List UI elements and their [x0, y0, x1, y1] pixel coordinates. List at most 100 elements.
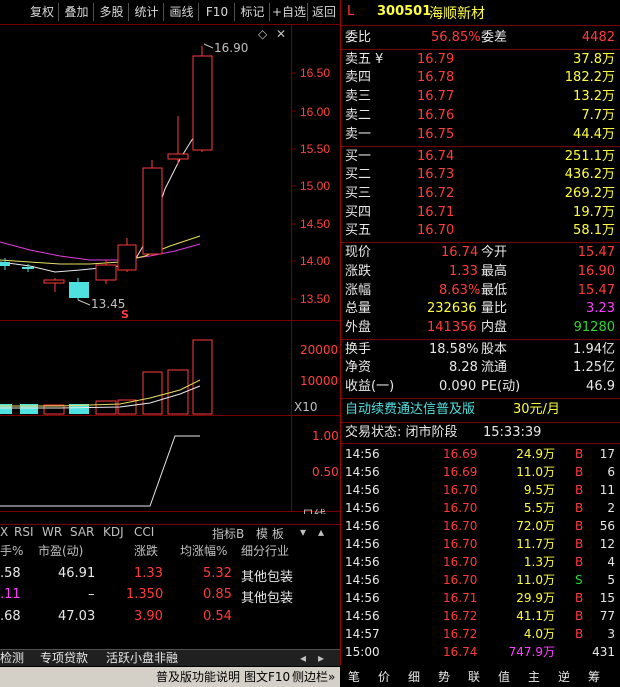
- draw-line-button[interactable]: 画线: [165, 3, 199, 21]
- sell-row[interactable]: 卖二 16.76 7.7万: [345, 107, 617, 125]
- tab-chou[interactable]: 筹: [588, 667, 600, 687]
- promo-banner[interactable]: 自动续费通达信普及版 30元/月: [345, 401, 617, 419]
- price-tick: 13.50: [300, 292, 330, 306]
- sell-row[interactable]: 卖五 ¥ 16.79 37.8万: [345, 51, 617, 69]
- tab-zhi[interactable]: 值: [498, 667, 510, 687]
- table-header[interactable]: 手%: [0, 542, 23, 559]
- ind-tick: 0.50: [312, 465, 339, 479]
- mark-button[interactable]: 标记: [236, 3, 270, 21]
- stat-row: 换手 18.58% 股本 1.94亿: [345, 342, 615, 357]
- candle: [43, 279, 65, 284]
- table-header[interactable]: 细分行业: [241, 542, 289, 559]
- buy-row[interactable]: 买二 16.73 436.2万: [345, 166, 617, 184]
- tick-row[interactable]: 14:56 16.70 11.7万 B 12: [345, 535, 617, 553]
- s-marker: S: [121, 308, 129, 321]
- tab-detect[interactable]: 检测: [0, 650, 24, 666]
- candle: [167, 153, 189, 160]
- tab-rsi[interactable]: RSI: [14, 525, 34, 539]
- price-tick: 14.00: [300, 254, 330, 268]
- tab-cci[interactable]: CCI: [134, 525, 154, 539]
- tab-indicator[interactable]: X: [0, 525, 8, 539]
- buy-row[interactable]: 买四 16.71 19.7万: [345, 204, 617, 222]
- stat-row: 涨跌 1.33 最高 16.90: [345, 264, 615, 279]
- price-tick: 16.50: [300, 66, 330, 80]
- stock-header: L 300501 海顺新材: [341, 0, 620, 24]
- add-watchlist-button[interactable]: +自选: [271, 3, 308, 21]
- indicator-line: [0, 435, 200, 507]
- stat-row: 现价 16.74 今开 15.47: [345, 245, 615, 260]
- edition-info-link[interactable]: 普及版功能说明: [156, 667, 240, 687]
- tab-kdj[interactable]: KDJ: [103, 525, 124, 539]
- chevron-right-icon[interactable]: ▸: [318, 650, 324, 666]
- tab-jia[interactable]: 价: [378, 667, 390, 687]
- stock-name: 海顺新材: [429, 6, 485, 22]
- candle: [117, 244, 137, 271]
- tick-row[interactable]: 14:56 16.70 11.0万 S 5: [345, 571, 617, 589]
- chevron-up-icon[interactable]: ▴: [318, 525, 324, 539]
- buy-row[interactable]: 买一 16.74 251.1万: [345, 148, 617, 166]
- indicator-b-button[interactable]: 指标B: [212, 525, 244, 542]
- fuquan-button[interactable]: 复权: [26, 3, 59, 21]
- stat-row: 总量 232636 量比 3.23: [345, 301, 615, 316]
- chevron-left-icon[interactable]: ◂: [300, 650, 306, 666]
- multi-stock-button[interactable]: 多股: [95, 3, 129, 21]
- sidebar-toggle-button[interactable]: 侧边栏»: [292, 667, 335, 687]
- table-row[interactable]: .11 – 1.350 0.85 其他包装: [0, 587, 340, 606]
- vol-tick: 10000: [300, 374, 338, 388]
- tick-row[interactable]: 14:56 16.70 72.0万 B 56: [345, 517, 617, 535]
- statistics-button[interactable]: 统计: [130, 3, 164, 21]
- table-header[interactable]: 市盈(动): [38, 542, 83, 559]
- tick-row[interactable]: 14:56 16.70 9.5万 B 11: [345, 481, 617, 499]
- tab-special-loan[interactable]: 专项贷款: [40, 650, 88, 666]
- sell-row[interactable]: 卖一 16.75 44.4万: [345, 126, 617, 144]
- chevron-down-icon[interactable]: ▾: [300, 525, 306, 539]
- tab-active-small-cap[interactable]: 活跃小盘非融: [106, 650, 178, 666]
- tick-row[interactable]: 14:56 16.69 24.9万 B 17: [345, 445, 617, 463]
- price-tick: 15.50: [300, 142, 330, 156]
- tab-ni[interactable]: 逆: [558, 667, 570, 687]
- back-button[interactable]: 返回: [309, 3, 339, 21]
- tick-row[interactable]: 14:56 16.72 41.1万 B 77: [345, 607, 617, 625]
- kline-chart[interactable]: ◇ ✕ 16.50 16.00 15.50 15.00 14.50 14.00 …: [0, 24, 340, 514]
- tab-wr[interactable]: WR: [42, 525, 62, 539]
- table-header[interactable]: 涨跌: [134, 542, 158, 559]
- vol-ma-yellow: [0, 379, 201, 407]
- stock-table: 手% 市盈(动) 涨跌 均涨幅% 细分行业 .58 46.91 1.33 5.3…: [0, 542, 340, 642]
- tab-xi[interactable]: 细: [408, 667, 420, 687]
- buy-row[interactable]: 买三 16.72 269.2万: [345, 185, 617, 203]
- f10-text-button[interactable]: 图文F10: [244, 667, 290, 687]
- tab-bi[interactable]: 笔: [348, 667, 360, 687]
- close-icon: ✕: [276, 27, 286, 41]
- candle: [95, 264, 117, 281]
- table-row[interactable]: .68 47.03 3.90 0.54: [0, 609, 340, 627]
- tick-row[interactable]: 14:57 16.72 4.0万 B 3: [345, 625, 617, 643]
- high-price-label: 16.90: [214, 41, 248, 55]
- chart-toolbar: 复权 叠加 多股 统计 画线 F10 标记 +自选 返回: [0, 0, 340, 25]
- tab-zhu[interactable]: 主: [528, 667, 540, 687]
- table-row[interactable]: .58 46.91 1.33 5.32 其他包装: [0, 566, 340, 585]
- sell-row[interactable]: 卖三 16.77 13.2万: [345, 88, 617, 106]
- panel-divider: [340, 0, 341, 665]
- template-button[interactable]: 模 板: [256, 525, 284, 542]
- price-tick: 14.50: [300, 217, 330, 231]
- trade-state: 交易状态: 闭市阶段 15:33:39: [345, 425, 542, 440]
- tick-row[interactable]: 14:56 16.70 5.5万 B 2: [345, 499, 617, 517]
- tick-row[interactable]: 14:56 16.71 29.9万 B 15: [345, 589, 617, 607]
- tick-row[interactable]: 14:56 16.70 1.3万 B 4: [345, 553, 617, 571]
- tab-shi[interactable]: 势: [438, 667, 450, 687]
- candle: [69, 282, 89, 298]
- table-header[interactable]: 均涨幅%: [180, 542, 227, 559]
- tab-sar[interactable]: SAR: [70, 525, 94, 539]
- stat-row: 涨幅 8.63% 最低 15.47: [345, 283, 615, 298]
- tick-row[interactable]: 14:56 16.69 11.0万 B 6: [345, 463, 617, 481]
- sell-row[interactable]: 卖四 16.78 182.2万: [345, 69, 617, 87]
- l-badge[interactable]: L: [347, 4, 354, 19]
- category-tabs: 检测 专项贷款 活跃小盘非融 ◂ ▸: [0, 649, 340, 666]
- buy-row[interactable]: 买五 16.70 58.1万: [345, 222, 617, 240]
- tick-row[interactable]: 15:00 16.74 747.9万 431: [345, 643, 617, 661]
- f10-button[interactable]: F10: [200, 3, 235, 21]
- diamond-icon: ◇: [258, 27, 268, 41]
- overlay-button[interactable]: 叠加: [60, 3, 94, 21]
- indicator-tabs: X RSI WR SAR KDJ CCI 指标B 模 板 ▾ ▴: [0, 524, 340, 541]
- tab-lian[interactable]: 联: [468, 667, 480, 687]
